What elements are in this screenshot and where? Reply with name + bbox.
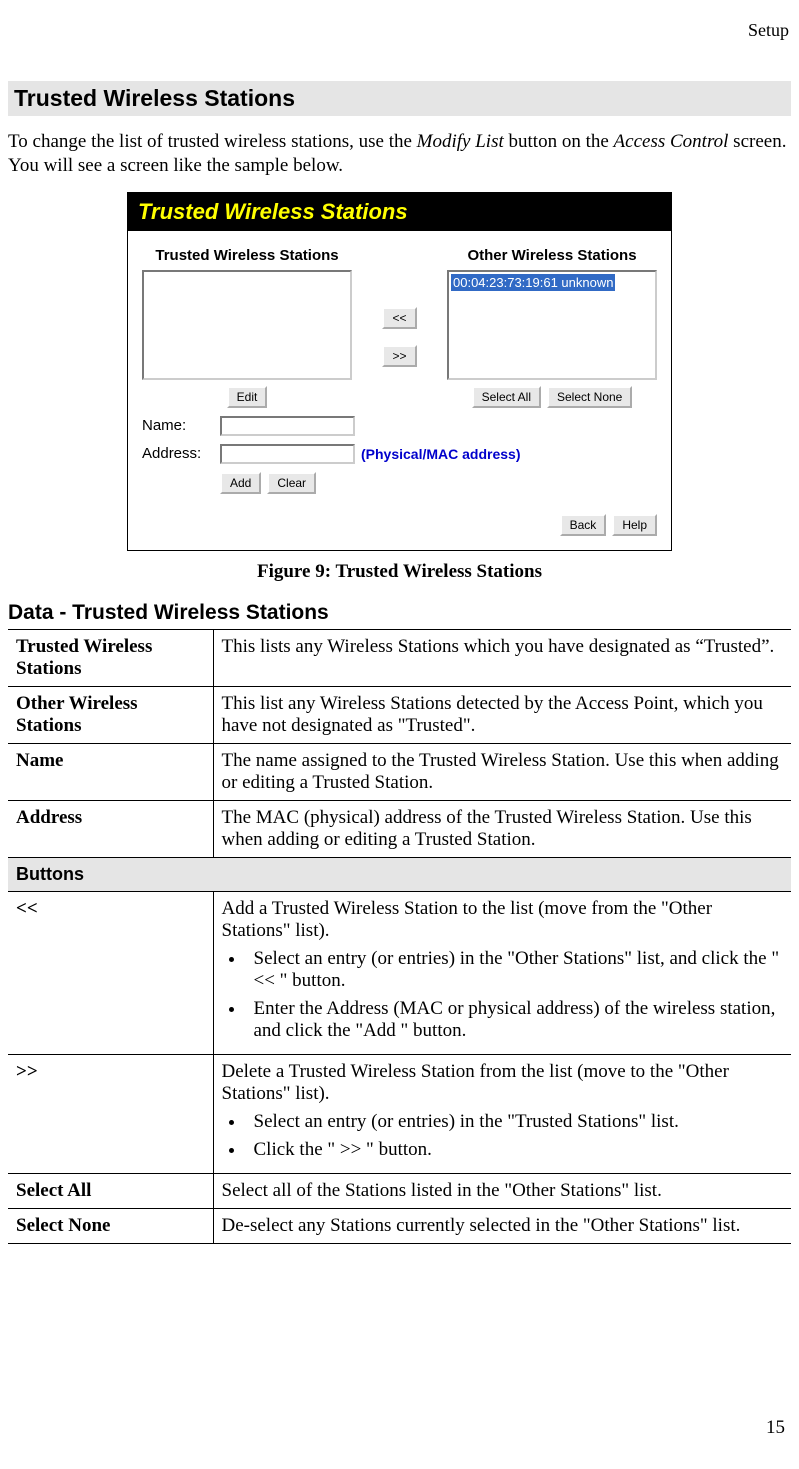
mac-note: (Physical/MAC address) [361, 446, 521, 462]
screenshot-panel: Trusted Wireless Stations Trusted Wirele… [127, 192, 672, 551]
table-row: >> Delete a Trusted Wireless Station fro… [8, 1054, 791, 1173]
back-button[interactable]: Back [560, 514, 607, 536]
help-button[interactable]: Help [612, 514, 657, 536]
row-val: Delete a Trusted Wireless Station from t… [213, 1054, 791, 1173]
row-key: << [8, 891, 213, 1054]
screenshot-container: Trusted Wireless Stations Trusted Wirele… [8, 192, 791, 551]
data-table: Trusted Wireless Stations This lists any… [8, 629, 791, 1244]
intro-access: Access Control [614, 131, 729, 152]
table-row: Trusted Wireless Stations This lists any… [8, 629, 791, 686]
row-val: This lists any Wireless Stations which y… [213, 629, 791, 686]
trusted-label: Trusted Wireless Stations [142, 247, 352, 264]
section-label: Buttons [8, 857, 791, 891]
intro-text: button on the [504, 131, 614, 152]
bullet-item: Enter the Address (MAC or physical addre… [246, 998, 784, 1042]
row-key: Select None [8, 1208, 213, 1243]
row-desc: Delete a Trusted Wireless Station from t… [222, 1061, 729, 1104]
table-row: Name The name assigned to the Trusted Wi… [8, 743, 791, 800]
screenshot-body: Trusted Wireless Stations Edit << >> Oth… [128, 231, 671, 550]
other-listbox[interactable]: 00:04:23:73:19:61 unknown [447, 270, 657, 380]
row-key: Name [8, 743, 213, 800]
table-row: Select All Select all of the Stations li… [8, 1173, 791, 1208]
row-key: Trusted Wireless Stations [8, 629, 213, 686]
bullet-item: Select an entry (or entries) in the "Tru… [246, 1111, 784, 1133]
row-val: De-select any Stations currently selecte… [213, 1208, 791, 1243]
intro-paragraph: To change the list of trusted wireless s… [8, 130, 791, 178]
row-key: Other Wireless Stations [8, 686, 213, 743]
row-desc: Add a Trusted Wireless Station to the li… [222, 898, 713, 941]
add-button[interactable]: Add [220, 472, 261, 494]
row-key: >> [8, 1054, 213, 1173]
name-input[interactable] [220, 416, 355, 436]
intro-text: To change the list of trusted wireless s… [8, 131, 417, 152]
select-all-button[interactable]: Select All [472, 386, 541, 408]
row-val: The name assigned to the Trusted Wireles… [213, 743, 791, 800]
screenshot-title: Trusted Wireless Stations [128, 193, 671, 231]
trusted-listbox[interactable] [142, 270, 352, 380]
address-input[interactable] [220, 444, 355, 464]
figure-caption: Figure 9: Trusted Wireless Stations [8, 561, 791, 583]
table-row: Address The MAC (physical) address of th… [8, 800, 791, 857]
row-val: The MAC (physical) address of the Truste… [213, 800, 791, 857]
row-val: Select all of the Stations listed in the… [213, 1173, 791, 1208]
data-subheading: Data - Trusted Wireless Stations [8, 601, 791, 625]
move-left-button[interactable]: << [382, 307, 416, 329]
bullet-item: Click the " >> " button. [246, 1139, 784, 1161]
page-header-section: Setup [8, 20, 791, 41]
table-row: Select None De-select any Stations curre… [8, 1208, 791, 1243]
move-right-button[interactable]: >> [382, 345, 416, 367]
row-key: Select All [8, 1173, 213, 1208]
edit-button[interactable]: Edit [227, 386, 268, 408]
clear-button[interactable]: Clear [267, 472, 316, 494]
page-number: 15 [766, 1417, 785, 1439]
select-none-button[interactable]: Select None [547, 386, 632, 408]
other-label: Other Wireless Stations [447, 247, 657, 264]
section-heading: Trusted Wireless Stations [8, 81, 791, 116]
table-section-row: Buttons [8, 857, 791, 891]
table-row: << Add a Trusted Wireless Station to the… [8, 891, 791, 1054]
name-label: Name: [142, 417, 220, 434]
intro-modify: Modify List [417, 131, 504, 152]
row-val: Add a Trusted Wireless Station to the li… [213, 891, 791, 1054]
address-label: Address: [142, 445, 220, 462]
row-val: This list any Wireless Stations detected… [213, 686, 791, 743]
bullet-item: Select an entry (or entries) in the "Oth… [246, 948, 784, 992]
list-item[interactable]: 00:04:23:73:19:61 unknown [451, 274, 615, 291]
table-row: Other Wireless Stations This list any Wi… [8, 686, 791, 743]
row-key: Address [8, 800, 213, 857]
